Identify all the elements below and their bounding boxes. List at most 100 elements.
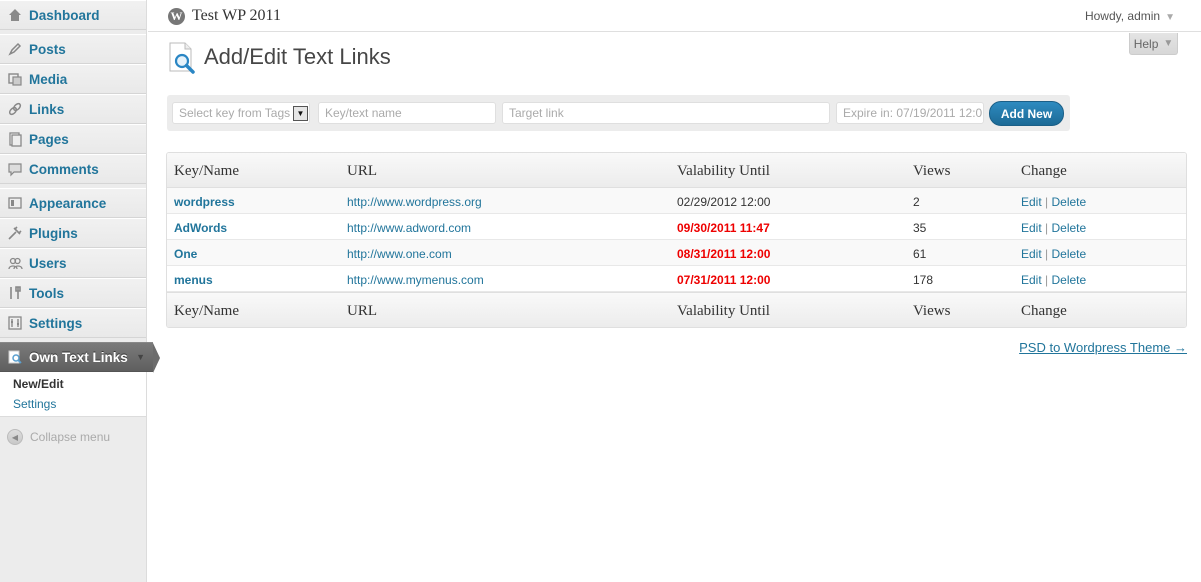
user-menu[interactable]: Howdy, admin ▼ (1085, 9, 1175, 23)
tag-key-select[interactable]: Select key from Tags ▼ (172, 102, 310, 124)
table-row: wordpress http://www.wordpress.org 02/29… (167, 188, 1186, 214)
row-actions: Edit | Delete (1021, 195, 1086, 209)
sidebar-item-label: Comments (29, 161, 99, 177)
dashboard-icon (6, 6, 24, 24)
add-new-button[interactable]: Add New (989, 101, 1064, 126)
edit-link[interactable]: Edit (1021, 247, 1042, 261)
link-key[interactable]: wordpress (174, 195, 235, 209)
row-actions: Edit | Delete (1021, 247, 1086, 261)
delete-link[interactable]: Delete (1052, 247, 1087, 261)
sidebar-item-posts[interactable]: Posts (0, 34, 146, 64)
table-header: Key/Name URL Valability Until Views Chan… (167, 153, 1186, 188)
sidebar-item-label: Own Text Links (29, 349, 128, 365)
column-footer-views[interactable]: Views (913, 303, 950, 320)
column-footer-url[interactable]: URL (347, 303, 377, 320)
table-row: AdWords http://www.adword.com 09/30/2011… (167, 214, 1186, 240)
column-header-change: Change (1021, 163, 1067, 179)
sidebar-item-label: Tools (29, 285, 64, 301)
sidebar-item-label: Links (29, 101, 65, 117)
sidebar-item-dashboard[interactable]: Dashboard (0, 0, 146, 30)
site-title-text: Test WP 2011 (192, 7, 281, 24)
column-footer-until[interactable]: Valability Until (677, 303, 770, 320)
link-views: 61 (913, 247, 927, 261)
column-footer-key[interactable]: Key/Name (174, 303, 239, 320)
collapse-menu-button[interactable]: ◀ Collapse menu (0, 417, 146, 445)
table-footer: Key/Name URL Valability Until Views Chan… (167, 292, 1186, 327)
link-until: 08/31/2011 12:00 (677, 247, 771, 261)
sidebar-item-settings[interactable]: Settings (0, 308, 146, 338)
submenu-item-new-edit[interactable]: New/Edit (0, 374, 146, 394)
key-name-input[interactable]: Key/text name (318, 102, 496, 124)
sidebar-submenu: New/Edit Settings (0, 372, 146, 417)
link-key[interactable]: One (174, 247, 197, 261)
link-until: 07/31/2011 12:00 (677, 273, 771, 287)
target-link-placeholder: Target link (509, 106, 564, 120)
sidebar-item-label: Users (29, 255, 67, 271)
sidebar-item-pages[interactable]: Pages (0, 124, 146, 154)
link-url[interactable]: http://www.mymenus.com (347, 273, 484, 287)
action-separator: | (1045, 221, 1049, 235)
select-placeholder: Select key from Tags (179, 106, 291, 120)
delete-link[interactable]: Delete (1052, 221, 1087, 235)
row-actions: Edit | Delete (1021, 273, 1086, 287)
text-links-icon (6, 348, 24, 366)
column-header-key[interactable]: Key/Name (174, 163, 239, 180)
chevron-down-icon: ▼ (1165, 12, 1175, 23)
sidebar-item-label: Posts (29, 41, 66, 57)
admin-header: W Test WP 2011 Howdy, admin ▼ (148, 0, 1201, 32)
sidebar-item-comments[interactable]: Comments (0, 154, 146, 184)
collapse-menu-label: Collapse menu (30, 430, 111, 444)
site-title[interactable]: W Test WP 2011 (168, 7, 281, 25)
edit-link[interactable]: Edit (1021, 221, 1042, 235)
users-icon (6, 254, 24, 272)
link-views: 2 (913, 195, 920, 209)
edit-link[interactable]: Edit (1021, 273, 1042, 287)
dropdown-arrow-icon[interactable]: ▼ (293, 106, 308, 121)
target-link-input[interactable]: Target link (502, 102, 830, 124)
add-link-form: Select key from Tags ▼ Key/text name Tar… (167, 95, 1070, 131)
column-header-until[interactable]: Valability Until (677, 163, 770, 180)
link-url[interactable]: http://www.wordpress.org (347, 195, 482, 209)
column-footer-change: Change (1021, 303, 1067, 319)
link-key[interactable]: menus (174, 273, 213, 287)
column-header-views[interactable]: Views (913, 163, 950, 180)
table-row: One http://www.one.com 08/31/2011 12:00 … (167, 240, 1186, 266)
chevron-down-icon: ▼ (136, 352, 145, 362)
delete-link[interactable]: Delete (1052, 195, 1087, 209)
sidebar-item-label: Dashboard (29, 7, 100, 23)
action-separator: | (1045, 247, 1049, 261)
table-row: menus http://www.mymenus.com 07/31/2011 … (167, 266, 1186, 292)
sidebar-item-label: Settings (29, 315, 83, 331)
link-url[interactable]: http://www.one.com (347, 247, 452, 261)
plugins-icon (6, 224, 24, 242)
delete-link[interactable]: Delete (1052, 273, 1087, 287)
expire-date-input[interactable]: Expire in: 07/19/2011 12:0 (836, 102, 984, 124)
collapse-arrow-icon: ◀ (7, 429, 23, 445)
help-tab[interactable]: Help ▼ (1129, 33, 1178, 55)
media-icon (6, 70, 24, 88)
links-table: Key/Name URL Valability Until Views Chan… (166, 152, 1187, 328)
sidebar-item-users[interactable]: Users (0, 248, 146, 278)
appearance-icon (6, 194, 24, 212)
comments-icon (6, 160, 24, 178)
column-header-url[interactable]: URL (347, 163, 377, 180)
psd-to-wordpress-link[interactable]: PSD to Wordpress Theme → (1019, 340, 1187, 355)
sidebar-item-tools[interactable]: Tools (0, 278, 146, 308)
sidebar-item-plugins[interactable]: Plugins (0, 218, 146, 248)
edit-link[interactable]: Edit (1021, 195, 1042, 209)
sidebar-item-media[interactable]: Media (0, 64, 146, 94)
action-separator: | (1045, 273, 1049, 287)
sidebar-item-own-text-links[interactable]: Own Text Links ▼ (0, 342, 160, 373)
link-url[interactable]: http://www.adword.com (347, 221, 471, 235)
sidebar-item-appearance[interactable]: Appearance (0, 188, 146, 218)
posts-icon (6, 40, 24, 58)
sidebar-item-links[interactable]: Links (0, 94, 146, 124)
sidebar-item-label: Appearance (29, 195, 107, 211)
admin-sidebar: Dashboard Posts Media Links Pages Commen… (0, 0, 160, 582)
submenu-item-settings[interactable]: Settings (0, 394, 146, 414)
link-views: 35 (913, 221, 927, 235)
link-key[interactable]: AdWords (174, 221, 227, 235)
tools-icon (6, 284, 24, 302)
expire-date-placeholder: Expire in: 07/19/2011 12:0 (843, 106, 983, 120)
chevron-down-icon: ▼ (1163, 38, 1174, 49)
